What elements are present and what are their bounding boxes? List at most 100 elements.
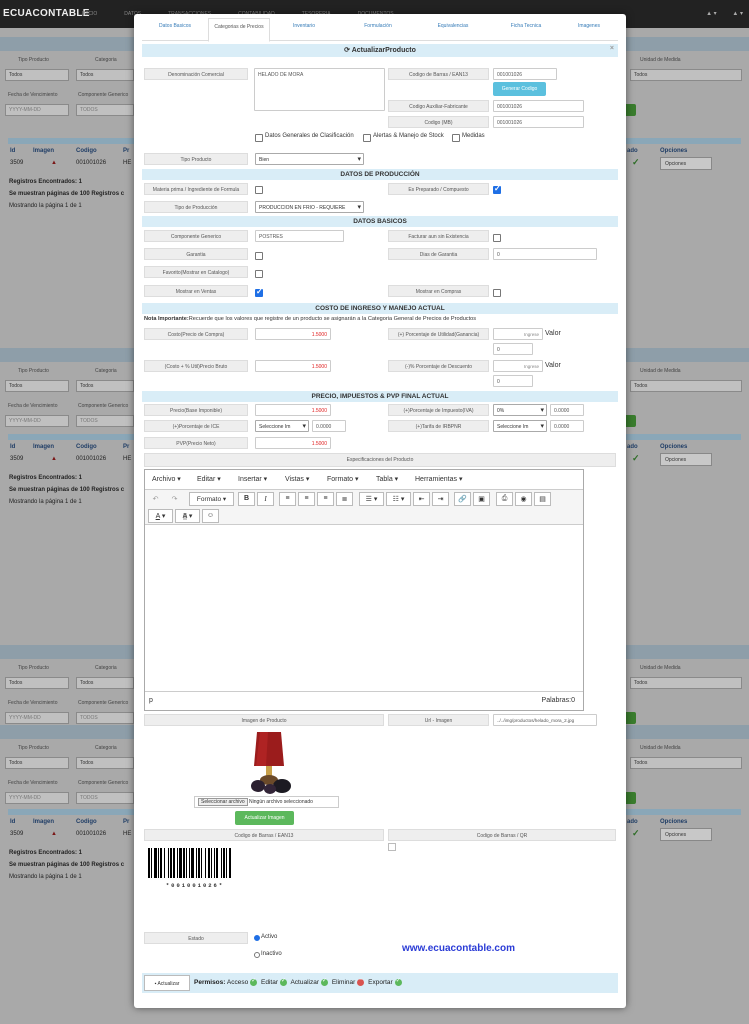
italic-icon[interactable]: I — [257, 492, 274, 506]
menu-herramientas[interactable]: Herramientas ▾ — [415, 475, 462, 483]
auxiliar-field[interactable]: 001001026 — [493, 100, 584, 112]
denominacion-field[interactable]: HELADO DE MORA — [254, 68, 385, 111]
nav-item-inicio[interactable]: INICIO — [82, 11, 97, 17]
formato-dropdown[interactable]: Formato ▾ — [189, 492, 234, 506]
dias-garantia-field[interactable]: 0 — [493, 248, 597, 260]
print-icon[interactable]: ⎙ — [496, 492, 513, 506]
ice-value-field[interactable]: 0.0000 — [312, 420, 346, 432]
redo-icon[interactable]: ↷ — [167, 492, 182, 506]
bg-fecha-input[interactable]: YYYY-MM-DD — [5, 415, 69, 427]
alertas-checkbox[interactable] — [363, 134, 371, 142]
numbered-list-icon[interactable]: ☷ ▾ — [386, 492, 411, 506]
bg-componente-input[interactable]: TODOS — [76, 104, 134, 116]
image-icon[interactable]: ▣ — [473, 492, 490, 506]
tab-formulacion[interactable]: Formulación — [348, 18, 408, 41]
descuento-value-field[interactable]: 0 — [493, 375, 533, 387]
utilidad-value-field[interactable]: 0 — [493, 343, 533, 355]
bg-categoria-select[interactable]: Todos — [76, 677, 134, 689]
pvp-field[interactable]: 1.5000 — [255, 437, 331, 449]
menu-insertar[interactable]: Insertar ▾ — [238, 475, 267, 483]
bg-fecha-input[interactable]: YYYY-MM-DD — [5, 792, 69, 804]
bg-tipo-select[interactable]: Todos — [5, 380, 69, 392]
bg-componente-input[interactable]: TODOS — [76, 712, 134, 724]
iva-value-field[interactable]: 0.0000 — [550, 404, 584, 416]
menu-vistas[interactable]: Vistas ▾ — [285, 475, 309, 483]
menu-formato[interactable]: Formato ▾ — [327, 475, 359, 483]
facturar-checkbox[interactable] — [493, 234, 501, 242]
preview-icon[interactable]: ◉ — [515, 492, 532, 506]
bg-fecha-input[interactable]: YYYY-MM-DD — [5, 712, 69, 724]
indent-icon[interactable]: ⇥ — [432, 492, 449, 506]
mostrar-ventas-checkbox[interactable] — [255, 287, 263, 297]
bg-categoria-select[interactable]: Todos — [76, 757, 134, 769]
actualizar-imagen-button[interactable]: Actualizar Imagen — [235, 811, 294, 825]
user-icon[interactable]: ▲ ▾ — [732, 11, 743, 17]
text-color-icon[interactable]: A ▾ — [148, 509, 173, 523]
irbpnr-select[interactable]: Seleccione Im — [493, 420, 547, 432]
bullet-list-icon[interactable]: ☰ ▾ — [359, 492, 384, 506]
website-link[interactable]: www.ecuacontable.com — [402, 943, 515, 954]
ean-field[interactable]: 001001026 — [493, 68, 557, 80]
descuento-ingrese-field[interactable]: Ingrese — [493, 360, 543, 372]
menu-tabla[interactable]: Tabla ▾ — [376, 475, 398, 483]
bg-tipo-select[interactable]: Todos — [5, 677, 69, 689]
bg-categoria-select[interactable]: Todos — [76, 380, 134, 392]
menu-editar[interactable]: Editar ▾ — [197, 475, 221, 483]
precio-field[interactable]: 1.5000 — [255, 404, 331, 416]
inactivo-radio[interactable] — [254, 952, 260, 958]
tab-imagenes[interactable]: Imagenes — [564, 18, 614, 41]
file-input[interactable]: Seleccionar archivo Ningún archivo selec… — [194, 796, 339, 808]
tipo-produccion-select[interactable]: PRODUCCION EN FRIO - REQUIERE — [255, 201, 364, 213]
close-icon[interactable]: × — [610, 45, 614, 52]
materia-prima-checkbox[interactable] — [255, 186, 263, 194]
iva-select[interactable]: 0% — [493, 404, 547, 416]
bg-opciones-button[interactable]: Opciones — [660, 453, 712, 466]
bg-componente-input[interactable]: TODOS — [76, 792, 134, 804]
brand-logo[interactable]: ECUACONTABLE — [3, 8, 90, 19]
bg-unidad-select[interactable]: Todos — [630, 69, 742, 81]
tab-ficha-tecnica[interactable]: Ficha Tecnica — [496, 18, 556, 41]
link-icon[interactable]: 🔗 — [454, 492, 471, 506]
precio-bruto-field[interactable]: 1.5000 — [255, 360, 331, 372]
bg-componente-input[interactable]: TODOS — [76, 415, 134, 427]
bg-tipo-select[interactable]: Todos — [5, 69, 69, 81]
bg-color-icon[interactable]: A ▾ — [175, 509, 200, 523]
align-right-icon[interactable]: ≡ — [317, 492, 334, 506]
preparado-checkbox[interactable] — [493, 184, 501, 194]
tipo-producto-select[interactable]: Bien — [255, 153, 364, 165]
componente-field[interactable]: POSTRES — [255, 230, 344, 242]
outdent-icon[interactable]: ⇤ — [413, 492, 430, 506]
align-center-icon[interactable]: ≡ — [298, 492, 315, 506]
utilidad-ingrese-field[interactable]: Ingrese — [493, 328, 543, 340]
undo-icon[interactable]: ↶ — [148, 492, 163, 506]
ice-select[interactable]: Seleccione Im — [255, 420, 309, 432]
codigo-mb-field[interactable]: 001001026 — [493, 116, 584, 128]
generales-checkbox[interactable] — [255, 134, 263, 142]
activo-radio[interactable] — [254, 935, 260, 941]
garantia-checkbox[interactable] — [255, 252, 263, 260]
bg-fecha-input[interactable]: YYYY-MM-DD — [5, 104, 69, 116]
menu-archivo[interactable]: Archivo ▾ — [152, 475, 181, 483]
file-select-button[interactable]: Seleccionar archivo — [198, 798, 248, 806]
irbpnr-value-field[interactable]: 0.0000 — [550, 420, 584, 432]
emoticon-icon[interactable]: ☺ — [202, 509, 219, 523]
actualizar-button[interactable]: ▪ Actualizar — [144, 975, 190, 991]
mostrar-compras-checkbox[interactable] — [493, 289, 501, 297]
bg-unidad-select[interactable]: Todos — [630, 677, 742, 689]
bg-opciones-button[interactable]: Opciones — [660, 157, 712, 170]
media-icon[interactable]: ▤ — [534, 492, 551, 506]
bg-categoria-select[interactable]: Todos — [76, 69, 134, 81]
tab-equivalencias[interactable]: Equivalencias — [422, 18, 484, 41]
medidas-checkbox[interactable] — [452, 134, 460, 142]
generar-codigo-button[interactable]: Generar Codigo — [493, 82, 546, 96]
bg-unidad-select[interactable]: Todos — [630, 757, 742, 769]
tab-categorias-precios[interactable]: Categorias de Precios — [208, 18, 270, 42]
bg-tipo-select[interactable]: Todos — [5, 757, 69, 769]
align-left-icon[interactable]: ≡ — [279, 492, 296, 506]
editor-content-area[interactable] — [145, 526, 583, 690]
favorito-checkbox[interactable] — [255, 270, 263, 278]
align-justify-icon[interactable]: ≣ — [336, 492, 353, 506]
bg-unidad-select[interactable]: Todos — [630, 380, 742, 392]
tab-datos-basicos[interactable]: Datos Basicos — [146, 18, 204, 41]
notifications-icon[interactable]: ▲ ▾ — [706, 11, 717, 17]
